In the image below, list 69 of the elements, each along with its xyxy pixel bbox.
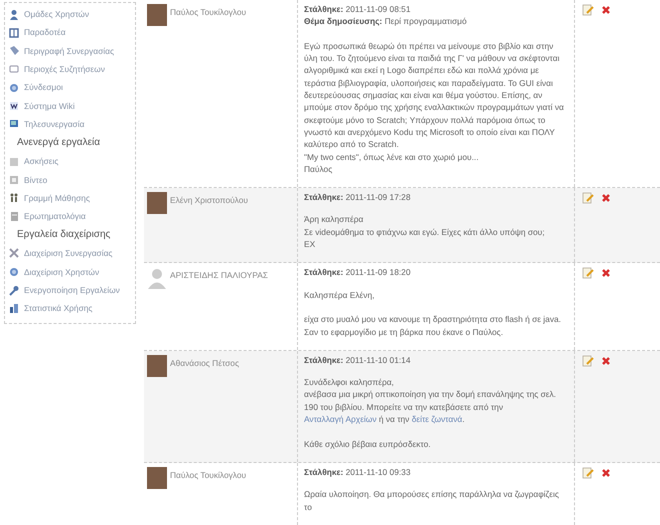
posted-date: Στάλθηκε: 2011-11-09 17:28: [304, 191, 412, 204]
tag-icon: [9, 45, 19, 56]
delete-button[interactable]: [600, 466, 612, 479]
author-name: Αθανάσιος Πέτσος: [170, 356, 239, 368]
delete-button[interactable]: [600, 192, 612, 204]
message-text: ανέβασα μια μικρή οπτικοποίηση για την δομή επανάληψης της σελ. 190 του βιβλίου. Μπορείτε να την κατεβάσετε από την Ανταλλαγή Αρχείων ή να την δείτε ζωντανά.: [304, 388, 558, 426]
sidebar-link[interactable]: Ενεργοποίηση Εργαλείων: [24, 285, 120, 295]
edit-button[interactable]: [582, 466, 594, 479]
posted-date: Στάλθηκε: 2011-11-10 01:14: [304, 354, 412, 366]
author-name: ΑΡΙΣΤΕΙΔΗΣ ΠΑΛΙΟΥΡΑΣ: [170, 269, 268, 280]
author-name: Ελένη Χριστοπούλου: [170, 194, 248, 206]
monitor-icon: [9, 118, 19, 130]
posted-date: Στάλθηκε: 2011-11-09 08:51: [304, 3, 412, 16]
message-text: Ωραία υλοποίηση. Θα μπορούσες επίσης παράλληλα να ζωγραφίζεις το: [304, 488, 560, 513]
link[interactable]: Ανταλλαγή Αρχείων: [304, 414, 377, 424]
photo-placeholder: [147, 466, 167, 489]
document-icon: [9, 156, 19, 167]
section-heading: Ανενεργά εργαλεία: [16, 136, 102, 150]
film-icon: [9, 174, 19, 186]
edit-button[interactable]: [582, 4, 594, 16]
people-icon: [9, 8, 19, 20]
photo-placeholder: [147, 192, 167, 214]
wrench-icon: [9, 284, 19, 296]
message-text: Κάθε σχόλιο βέβαια ευπρόσδεκτο.: [304, 438, 432, 450]
delete-button[interactable]: [600, 354, 612, 367]
sidebar-link[interactable]: Σύστημα Wiki: [24, 100, 75, 111]
message-text: Εγώ προσωπικά θεωρώ ότι πρέπει να μείνουμε στο βιβλίο και στην ύλη του. Το ζητούμενο είναι τα παιδιά της Γ' να μάθουν να σκέφτονται αλγοριθμικά και εκεί η Logo διαπρέπει εδώ και πολλά χρόνια με τεράστια βιβλιογραφία, υλοποιήσεις και παραδείγματα. Το GUI είναι δευτερεύουσας σημασίας και είναι και θέμα γούστου. Επίσης, αν μπούμε στον δρόμο της χρήσης εναλλακτικών προγραμμάτων γιατί να σκεφτούμε μόνο το Scratch; Υπάρχουν πολλά παρόμοια όπως το γνωστό και ανερχόμενο Kodu της Microsoft το οποίο είναι και ΠΟΛΥ καλύτερο από το Scratch.: [304, 40, 565, 151]
sidebar-link[interactable]: Ομάδες Χρηστών: [24, 9, 90, 20]
posted-date: Στάλθηκε: 2011-11-09 18:20: [304, 266, 412, 279]
message-text: είχα στο μυαλό μου να κανουμε τη δραστηριότητα στο flash ή σε java.: [304, 313, 562, 326]
speech-bubble-icon: [9, 64, 19, 75]
sidebar-link[interactable]: Ασκήσεις: [24, 156, 58, 166]
sidebar-link[interactable]: Διαχείριση Συνεργασίας: [24, 248, 112, 258]
sidebar-link[interactable]: Τηλεσυνεργασία: [24, 118, 84, 129]
delete-button[interactable]: [600, 4, 612, 16]
message-text: Παύλος: [304, 162, 334, 176]
author-name: Παύλος Τουκίλογλου: [170, 468, 246, 480]
post-subject: Θέμα δημοσίευσης: Περί προγραμματισμό: [304, 15, 468, 28]
wiki-icon: [9, 100, 19, 112]
section-heading: Εργαλεία διαχείρισης: [16, 228, 112, 242]
delete-button[interactable]: [600, 267, 612, 280]
avatar-silhouette-icon: [147, 267, 167, 290]
globe-icon: [9, 266, 19, 278]
photo-placeholder: [147, 354, 167, 377]
author-name: Παύλος Τουκίλογλου: [170, 6, 246, 17]
sidebar-link[interactable]: Περιγραφή Συνεργασίας: [24, 46, 114, 56]
message-text: Καλησπέρα Ελένη,: [304, 288, 376, 301]
message-text: ΕΧ: [304, 238, 316, 250]
sidebar-link[interactable]: Σύνδεσμοι: [24, 82, 63, 92]
posted-date: Στάλθηκε: 2011-11-10 09:33: [304, 466, 412, 478]
sidebar-link[interactable]: Παραδοτέα: [24, 27, 66, 38]
sidebar-link[interactable]: Ερωτηματολόγια: [24, 211, 86, 222]
globe-icon: [9, 82, 19, 93]
sidebar-link[interactable]: Περιοχές Συζητήσεων: [24, 64, 105, 74]
photo-placeholder: [147, 4, 167, 26]
message-text: "My two cents", όπως λένε και στο χωριό μου...: [304, 150, 480, 163]
message-text: Σε videoμάθημα το φτιάχνω και εγώ. Είχες κάτι άλλο υπόψη σου;: [304, 226, 546, 238]
sidebar-link[interactable]: Γραμμή Μάθησης: [24, 192, 90, 203]
sidebar-link[interactable]: Στατιστικά Χρήσης: [24, 303, 92, 314]
message-text: Συνάδελφοι καλησπέρα,: [304, 376, 395, 388]
link[interactable]: δείτε ζωντανά: [412, 414, 462, 424]
form-icon: [9, 210, 19, 222]
sidebar-link[interactable]: Βίντεο: [24, 174, 48, 185]
sidebar-link[interactable]: Διαχείριση Χρηστών: [24, 266, 100, 277]
book-icon: [9, 26, 19, 38]
edit-button[interactable]: [582, 267, 594, 280]
bar-chart-icon: [9, 302, 19, 314]
message-text: Άρη καλησπέρα: [304, 213, 364, 226]
message-text: Σαν το εφαρμογίδιο με τη βάρκα που έκανε ο Παύλος.: [304, 326, 504, 338]
